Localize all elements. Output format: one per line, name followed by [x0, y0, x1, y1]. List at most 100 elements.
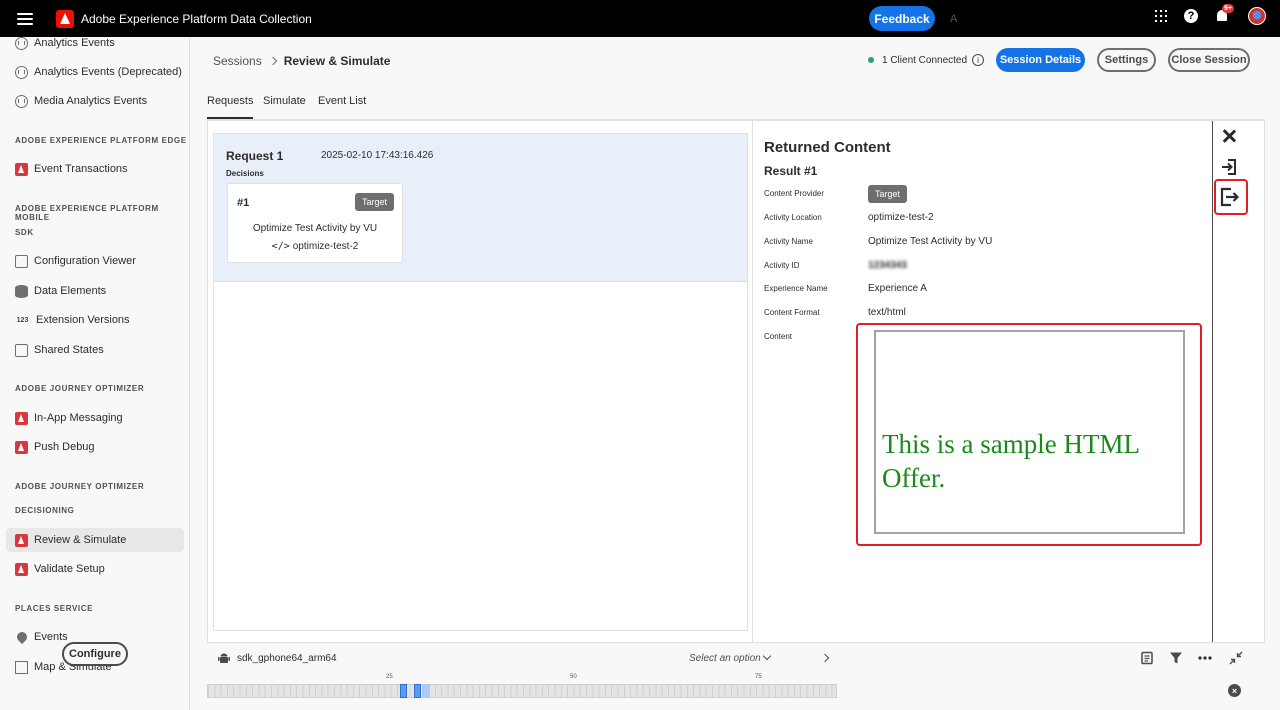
sidebar-item-media-analytics-events[interactable]: Media Analytics Events: [6, 89, 184, 113]
close-session-button[interactable]: Close Session: [1168, 48, 1250, 72]
feedback-button[interactable]: Feedback: [869, 6, 935, 31]
activity-name-value: Optimize Test Activity by VU: [868, 236, 993, 247]
returned-content-title: Returned Content: [764, 139, 891, 156]
sidebar: Analytics Events Analytics Events (Depre…: [0, 37, 190, 710]
breadcrumb: Sessions Review & Simulate: [213, 54, 390, 68]
request-card[interactable]: Request 1 2025-02-10 17:43:16.426 Decisi…: [214, 134, 747, 282]
timeline-event-marker[interactable]: [400, 684, 407, 698]
device-name[interactable]: sdk_gphone64_arm64: [237, 653, 337, 664]
chevron-right-icon[interactable]: [820, 653, 830, 663]
status-dot-icon: [868, 57, 874, 63]
sidebar-item-label: Analytics Events (Deprecated): [34, 66, 182, 78]
right-rail-divider: [1212, 121, 1213, 642]
page-title: Review & Simulate: [283, 54, 391, 68]
sidebar-section-heading: ADOBE EXPERIENCE PLATFORM EDGE: [15, 136, 187, 145]
sidebar-section-heading: ADOBE JOURNEY OPTIMIZER: [15, 384, 145, 393]
sidebar-section-heading: PLACES SERVICE: [15, 604, 94, 613]
decision-card[interactable]: #1 Target Optimize Test Activity by VU <…: [227, 183, 403, 263]
sidebar-item-label: Configuration Viewer: [34, 255, 136, 267]
number-icon: 123: [16, 316, 29, 324]
sidebar-section-heading: SDK: [15, 228, 34, 237]
breadcrumb-sessions-link[interactable]: Sessions: [213, 54, 262, 68]
timeline-tick-label: 25: [386, 674, 393, 680]
sidebar-item-analytics-events-deprecated[interactable]: Analytics Events (Deprecated): [6, 60, 184, 84]
sidebar-item-event-transactions[interactable]: Event Transactions: [6, 157, 184, 181]
export-icon[interactable]: [1220, 187, 1240, 207]
decision-number: #1: [237, 197, 250, 209]
pane-divider[interactable]: [752, 121, 753, 642]
sidebar-item-label: Media Analytics Events: [34, 95, 148, 107]
tab-event-list[interactable]: Event List: [318, 95, 366, 107]
tab-requests[interactable]: Requests: [207, 95, 254, 119]
sidebar-item-validate-setup[interactable]: Validate Setup: [6, 557, 184, 581]
request-timestamp: 2025-02-10 17:43:16.426: [321, 150, 434, 161]
configure-button[interactable]: Configure: [62, 642, 128, 666]
collapse-icon[interactable]: [1229, 651, 1243, 665]
sidebar-item-configuration-viewer[interactable]: Configuration Viewer: [6, 249, 184, 273]
close-icon[interactable]: [1220, 127, 1238, 145]
timeline-labels: 25 50 75: [207, 674, 837, 684]
app-title: Adobe Experience Platform Data Collectio…: [81, 11, 312, 26]
bottom-bar: sdk_gphone64_arm64 Select an option: [207, 645, 1265, 673]
info-icon[interactable]: i: [972, 54, 985, 66]
apps-grid-icon[interactable]: [1155, 10, 1167, 22]
sidebar-item-label: Analytics Events: [34, 37, 115, 49]
analytics-icon: [15, 65, 28, 79]
adobe-icon: [15, 562, 28, 576]
avatar[interactable]: [1248, 7, 1266, 25]
content-label: Content: [764, 332, 793, 341]
notifications-bell-icon[interactable]: 9+: [1215, 4, 1234, 24]
settings-button[interactable]: Settings: [1097, 48, 1156, 72]
requests-pane: Request 1 2025-02-10 17:43:16.426 Decisi…: [213, 133, 748, 631]
sidebar-item-label: In-App Messaging: [34, 412, 123, 424]
analytics-icon: [15, 37, 28, 50]
viewer-icon: [15, 254, 28, 268]
sidebar-item-extension-versions[interactable]: 123 Extension Versions: [6, 308, 184, 332]
session-details-button[interactable]: Session Details: [996, 48, 1085, 72]
sidebar-item-label: Shared States: [34, 344, 104, 356]
org-picker-label: A: [950, 12, 958, 25]
experience-name-label: Experience Name: [764, 284, 828, 293]
event-timeline[interactable]: 25 50 75: [207, 674, 837, 704]
sidebar-item-review-simulate[interactable]: Review & Simulate: [6, 528, 184, 552]
more-icon[interactable]: [1198, 651, 1212, 665]
import-icon[interactable]: [1220, 158, 1238, 176]
menu-icon[interactable]: [17, 12, 33, 25]
content-provider-tag: Target: [868, 185, 908, 203]
clear-icon[interactable]: ×: [1228, 684, 1241, 697]
offer-text: This is a sample HTML Offer.: [882, 429, 1139, 493]
help-icon[interactable]: ?: [1184, 9, 1198, 23]
sidebar-item-label: Event Transactions: [34, 163, 128, 175]
sidebar-section-heading: DECISIONING: [15, 506, 75, 515]
sidebar-item-shared-states[interactable]: Shared States: [6, 338, 184, 362]
notes-icon[interactable]: [1140, 651, 1154, 665]
org-picker[interactable]: A: [950, 10, 1125, 27]
code-icon: </>: [271, 241, 290, 252]
sidebar-item-push-debug[interactable]: Push Debug: [6, 435, 184, 459]
decision-activity-name: Optimize Test Activity by VU: [252, 223, 378, 234]
filter-icon[interactable]: [1169, 651, 1183, 665]
content-provider-label: Content Provider: [764, 189, 825, 198]
tab-simulate[interactable]: Simulate: [263, 95, 306, 107]
provider-tag: Target: [354, 193, 394, 211]
sidebar-item-data-elements[interactable]: Data Elements: [6, 279, 184, 303]
content-format-label: Content Format: [764, 308, 820, 317]
sidebar-item-label: Events: [34, 631, 68, 643]
decisions-label: Decisions: [226, 169, 264, 178]
sidebar-item-label: Review & Simulate: [34, 534, 127, 546]
content-format-value: text/html: [868, 307, 906, 318]
activity-id-label: Activity ID: [764, 261, 800, 270]
event-select[interactable]: Select an option: [689, 653, 761, 664]
adobe-icon: [15, 411, 28, 425]
timeline-selection-marker[interactable]: [422, 684, 430, 698]
sidebar-item-analytics-events[interactable]: Analytics Events: [6, 37, 184, 55]
sidebar-item-in-app-messaging[interactable]: In-App Messaging: [6, 406, 184, 430]
timeline-event-marker[interactable]: [414, 684, 421, 698]
android-icon: [218, 653, 230, 663]
chevron-down-icon[interactable]: [762, 651, 772, 661]
timeline-tick-label: 75: [755, 674, 762, 680]
sidebar-section-heading: ADOBE JOURNEY OPTIMIZER: [15, 482, 145, 491]
top-bar: Adobe Experience Platform Data Collectio…: [0, 0, 1280, 37]
map-icon: [15, 660, 28, 674]
timeline-track[interactable]: [207, 684, 837, 698]
